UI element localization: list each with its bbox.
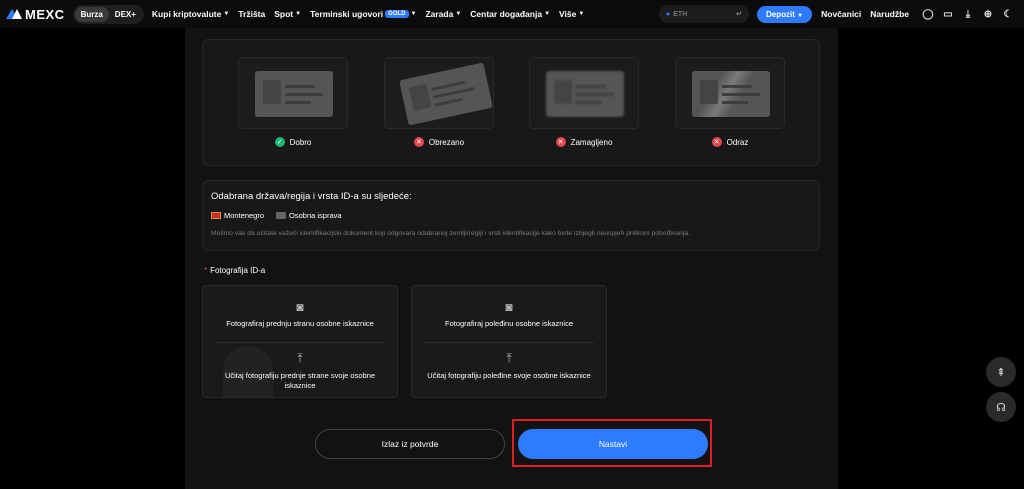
deposit-button[interactable]: Depozit ▼ bbox=[757, 5, 813, 23]
example-blurry bbox=[529, 57, 639, 129]
upload-icon: ⤒ bbox=[506, 351, 512, 365]
nav-item-label: Tržišta bbox=[238, 9, 266, 19]
mexc-logo-icon bbox=[6, 9, 22, 19]
download-icon[interactable]: ⤓ bbox=[962, 8, 974, 20]
theme-icon[interactable]: ☾ bbox=[1002, 8, 1014, 20]
example-label-text: Zamagljeno bbox=[570, 137, 613, 147]
example-label-text: Obrezano bbox=[428, 137, 465, 147]
chevron-down-icon: ▼ bbox=[578, 11, 585, 17]
id-card-image bbox=[399, 62, 493, 126]
nav-earn[interactable]: Zarada ▼ bbox=[425, 9, 461, 19]
example-label: ✕ Obrezano bbox=[384, 137, 494, 147]
nav-item-label: Centar događanja bbox=[470, 9, 543, 19]
nav-orders[interactable]: Narudžbe bbox=[870, 9, 909, 19]
back-upload-card: ◙ Fotografiraj poleđinu osobne iskaznice… bbox=[411, 285, 607, 398]
photo-section-label: * Fotografija ID-a bbox=[204, 266, 265, 275]
country-tag: Montenegro bbox=[211, 211, 264, 220]
example-label: ✓ Dobro bbox=[238, 137, 348, 147]
chevron-down-icon: ▼ bbox=[455, 11, 462, 17]
example-label-text: Dobro bbox=[289, 137, 312, 147]
support-headset-icon[interactable]: ☊ bbox=[986, 392, 1016, 422]
check-icon: ✓ bbox=[274, 137, 285, 147]
nav-item-label: Kupi kriptovalute bbox=[151, 9, 222, 19]
required-marker: * bbox=[204, 266, 208, 275]
chevron-down-icon: ▼ bbox=[223, 11, 230, 17]
nav-more[interactable]: Više ▼ bbox=[559, 9, 584, 19]
globe-icon[interactable]: ⊕ bbox=[982, 8, 994, 20]
example-cropped bbox=[384, 57, 494, 129]
exchange-switch: Burza DEX+ bbox=[72, 4, 144, 24]
nav-item-label: Terminski ugovori bbox=[310, 9, 384, 19]
country-label: Montenegro bbox=[224, 211, 265, 220]
id-card-image bbox=[546, 71, 624, 117]
example-glare bbox=[675, 57, 785, 129]
back-upload-button[interactable]: ⤒ Učitaj fotografiju poleđine svoje osob… bbox=[412, 351, 606, 381]
gold-badge: GOLD bbox=[385, 10, 409, 18]
deposit-label: Depozit bbox=[766, 9, 795, 19]
upload-icon: ⤒ bbox=[297, 351, 303, 365]
back-photo-label: Fotografiraj poleđinu osobne iskaznice bbox=[445, 319, 573, 328]
photo-examples-panel: ✓ Dobro ✕ Obrezano ✕ Zamagljeno ✕ Odraz bbox=[202, 39, 820, 166]
x-icon: ✕ bbox=[555, 137, 566, 147]
nav-futures[interactable]: Terminski ugovori GOLD ▼ bbox=[310, 9, 416, 19]
nav-buy-crypto[interactable]: Kupi kriptovalute ▼ bbox=[152, 9, 229, 19]
x-icon: ✕ bbox=[413, 137, 424, 147]
chevron-down-icon: ▼ bbox=[544, 11, 551, 17]
flag-icon bbox=[211, 212, 221, 219]
example-label-text: Odraz bbox=[726, 137, 749, 147]
section-label-text: Fotografija ID-a bbox=[210, 266, 266, 275]
chevron-down-icon: ▼ bbox=[797, 12, 804, 19]
top-nav: MEXC Burza DEX+ Kupi kriptovalute ▼ Tržiš… bbox=[0, 0, 1024, 28]
mexc-logo[interactable]: MEXC bbox=[6, 7, 65, 22]
chevron-down-icon: ▼ bbox=[410, 11, 417, 17]
search-placeholder: ETH bbox=[673, 10, 688, 18]
notice-text: Molimo vas da učitate važeći identifikac… bbox=[211, 230, 691, 237]
nav-events[interactable]: Centar događanja ▼ bbox=[470, 9, 550, 19]
enter-icon: ↵ bbox=[736, 11, 743, 18]
id-card-image bbox=[692, 71, 770, 117]
selected-id-info-panel: Odabrana država/regija i vrsta ID-a su s… bbox=[202, 180, 820, 251]
chevron-down-icon: ▼ bbox=[295, 11, 302, 17]
front-photo-button[interactable]: ◙ Fotografiraj prednju stranu osobne isk… bbox=[203, 300, 397, 329]
id-type-label: Osobna isprava bbox=[289, 211, 342, 220]
chat-icon[interactable]: ▭ bbox=[942, 8, 954, 20]
id-type-tag: Osobna isprava bbox=[276, 211, 342, 220]
example-label: ✕ Zamagljeno bbox=[529, 137, 639, 147]
example-label: ✕ Odraz bbox=[675, 137, 785, 147]
id-card-icon bbox=[276, 212, 287, 219]
nav-markets[interactable]: Tržišta bbox=[238, 9, 265, 19]
logo-text: MEXC bbox=[25, 6, 65, 22]
exit-verification-button[interactable]: Izlaz iz potvrde bbox=[315, 429, 505, 459]
front-upload-button[interactable]: ⤒ Učitaj fotografiju prednje strane svoj… bbox=[203, 351, 397, 391]
search-input[interactable]: ● ETH ↵ bbox=[659, 5, 750, 23]
camera-icon: ◙ bbox=[296, 300, 304, 314]
continue-button[interactable]: Nastavi bbox=[518, 429, 708, 459]
user-icon[interactable]: ◯ bbox=[922, 8, 934, 20]
back-photo-button[interactable]: ◙ Fotografiraj poleđinu osobne iskaznice bbox=[412, 300, 606, 329]
front-photo-label: Fotografiraj prednju stranu osobne iskaz… bbox=[226, 319, 374, 328]
nav-item-label: Više bbox=[559, 9, 577, 19]
nav-wallets[interactable]: Novčanici bbox=[821, 9, 861, 19]
front-upload-label: Učitaj fotografiju prednje strane svoje … bbox=[224, 371, 376, 390]
back-upload-label: Učitaj fotografiju poleđine svoje osobne… bbox=[427, 371, 591, 380]
x-icon: ✕ bbox=[711, 137, 722, 147]
search-icon: ● bbox=[666, 10, 671, 18]
verification-container: ✓ Dobro ✕ Obrezano ✕ Zamagljeno ✕ Odraz Odab… bbox=[185, 28, 838, 489]
example-good bbox=[238, 57, 348, 129]
front-upload-card: ◙ Fotografiraj prednju stranu osobne isk… bbox=[202, 285, 398, 398]
id-card-image bbox=[255, 71, 333, 117]
pill-dex[interactable]: DEX+ bbox=[109, 7, 142, 22]
id-tags: Montenegro Osobna isprava bbox=[211, 211, 811, 220]
nav-item-label: Spot bbox=[274, 9, 294, 19]
info-title: Odabrana država/regija i vrsta ID-a su s… bbox=[211, 191, 412, 202]
camera-icon: ◙ bbox=[505, 300, 513, 314]
nav-item-label: Zarada bbox=[425, 9, 454, 19]
nav-spot[interactable]: Spot ▼ bbox=[274, 9, 301, 19]
scroll-top-icon[interactable]: ⇞ bbox=[986, 357, 1016, 387]
pill-burza[interactable]: Burza bbox=[74, 6, 109, 22]
